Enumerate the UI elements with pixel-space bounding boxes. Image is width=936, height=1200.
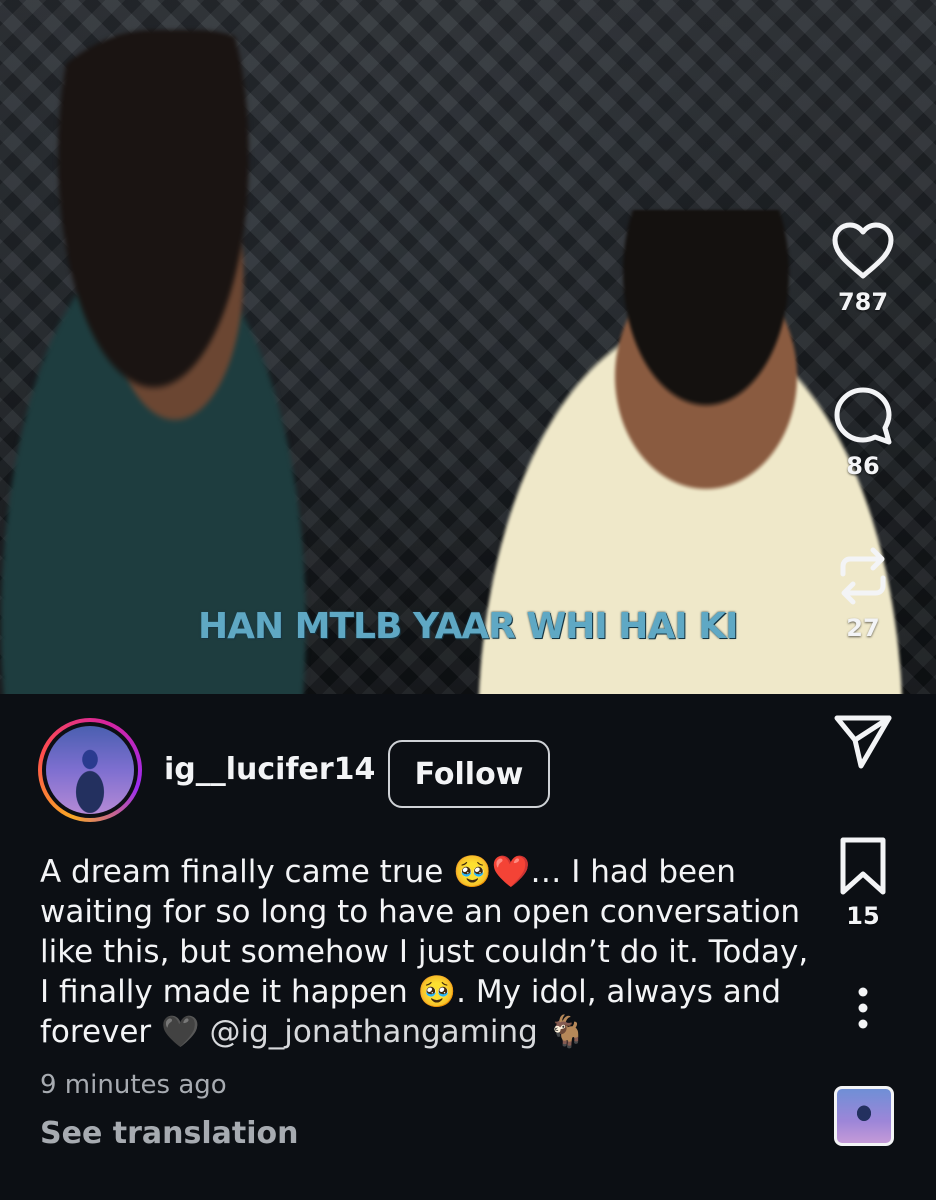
send-icon (834, 715, 892, 769)
repost-button[interactable]: 27 (818, 544, 908, 642)
comment-count: 86 (846, 452, 880, 480)
comment-bubble-icon (834, 387, 892, 445)
video-caption-overlay: HAN MTLB YAAR WHI HAI KI (198, 606, 739, 647)
follow-button[interactable]: Follow (388, 740, 550, 808)
save-count: 15 (846, 902, 880, 930)
avatar (46, 726, 134, 814)
see-translation-link[interactable]: See translation (40, 1116, 298, 1151)
person-left (0, 30, 390, 694)
username-link[interactable]: ig__lucifer14 (164, 752, 375, 787)
more-vertical-icon (858, 987, 868, 1029)
caption-text-end: 🐐 (537, 1014, 587, 1050)
post-timestamp: 9 minutes ago (40, 1070, 227, 1100)
post-caption: A dream finally came true 🥹❤️… I had bee… (40, 852, 820, 1052)
reel-video[interactable]: HAN MTLB YAAR WHI HAI KI (0, 0, 936, 694)
save-button[interactable]: 15 (818, 836, 908, 930)
heart-icon (832, 222, 894, 279)
mention-link[interactable]: @ig_jonathangaming (210, 1014, 538, 1050)
like-count: 787 (837, 288, 889, 316)
audio-thumbnail[interactable] (834, 1086, 894, 1146)
bookmark-icon (840, 837, 886, 895)
more-options-button[interactable] (818, 986, 908, 1030)
comment-button[interactable]: 86 (818, 386, 908, 480)
like-button[interactable]: 787 (818, 222, 908, 316)
avatar-story-ring[interactable] (38, 718, 142, 822)
share-button[interactable] (818, 712, 908, 772)
repost-count: 27 (846, 614, 880, 642)
repost-icon (840, 547, 886, 605)
